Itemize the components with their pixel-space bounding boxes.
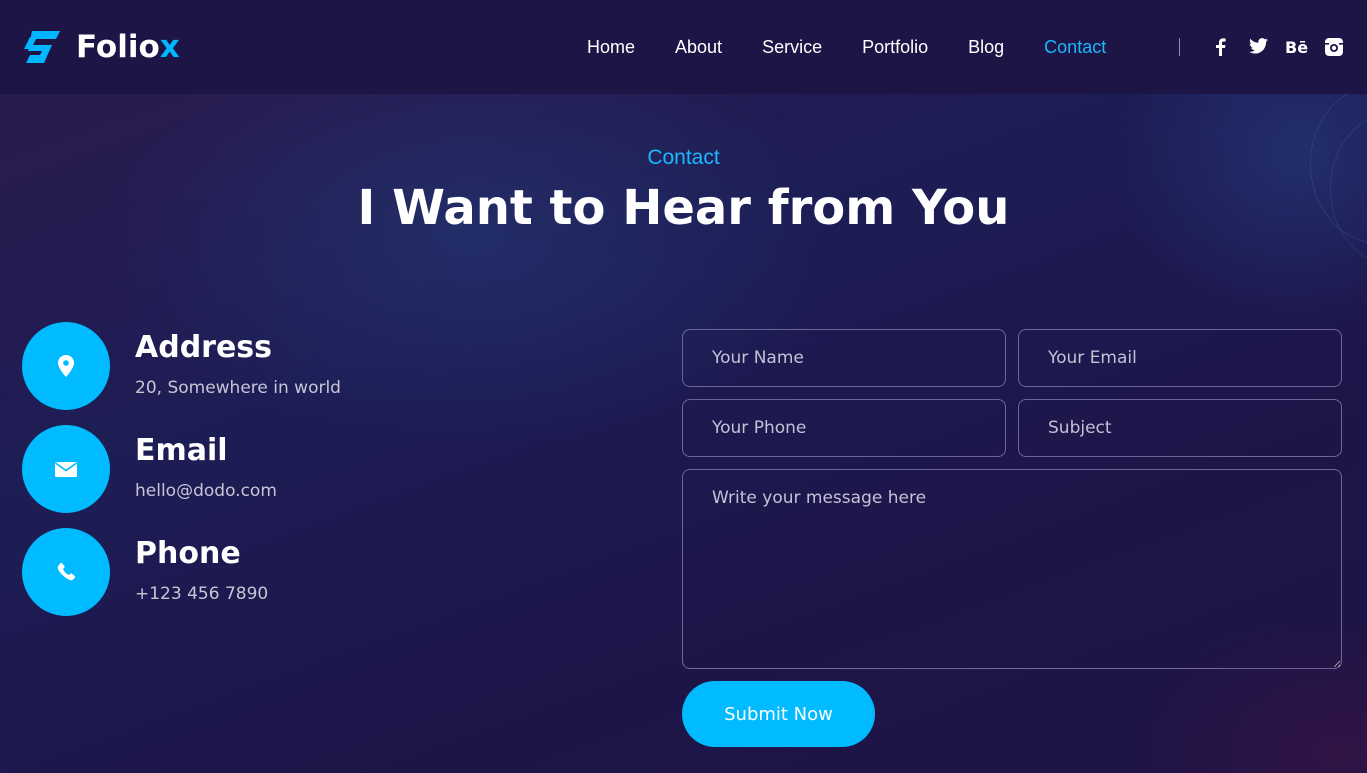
nav-item-about[interactable]: About	[675, 37, 722, 58]
phone-value[interactable]: +123 456 7890	[135, 584, 268, 604]
main-nav: Home About Service Portfolio Blog Contac…	[587, 33, 1146, 61]
instagram-icon[interactable]	[1323, 38, 1345, 58]
twitter-icon[interactable]	[1247, 38, 1269, 58]
contact-info-email: Email hello@dodo.com	[22, 425, 442, 513]
address-value: 20, Somewhere in world	[135, 378, 341, 398]
phone-icon-circle	[22, 528, 110, 616]
section-title: I Want to Hear from You	[357, 180, 1010, 236]
contact-info-address: Address 20, Somewhere in world	[22, 322, 442, 410]
email-input[interactable]	[1018, 329, 1342, 387]
nav-item-contact[interactable]: Contact	[1044, 37, 1106, 58]
email-title: Email	[135, 433, 228, 468]
nav-item-blog[interactable]: Blog	[968, 37, 1004, 58]
brand-name: Foliox	[76, 29, 180, 65]
envelope-icon	[55, 461, 77, 477]
phone-input[interactable]	[682, 399, 1006, 457]
behance-icon[interactable]: Bē	[1285, 38, 1308, 58]
phone-icon	[57, 562, 76, 581]
subject-input[interactable]	[1018, 399, 1342, 457]
name-input[interactable]	[682, 329, 1006, 387]
logo-mark-icon	[24, 31, 60, 63]
nav-item-portfolio[interactable]: Portfolio	[862, 37, 928, 58]
email-icon-circle	[22, 425, 110, 513]
email-value[interactable]: hello@dodo.com	[135, 481, 277, 501]
message-textarea[interactable]	[682, 469, 1342, 669]
social-links: Bē	[1209, 38, 1361, 58]
contact-info-phone: Phone +123 456 7890	[22, 528, 442, 616]
submit-button[interactable]: Submit Now	[682, 681, 875, 747]
site-header: Foliox Home About Service Portfolio Blog…	[0, 0, 1367, 94]
address-icon-circle	[22, 322, 110, 410]
location-pin-icon	[58, 355, 74, 377]
section-eyebrow: Contact	[647, 146, 720, 169]
brand-logo[interactable]: Foliox	[22, 27, 180, 67]
facebook-icon[interactable]	[1209, 38, 1231, 58]
phone-title: Phone	[135, 536, 241, 571]
address-title: Address	[135, 330, 273, 365]
nav-item-service[interactable]: Service	[762, 37, 822, 58]
nav-divider	[1179, 38, 1180, 56]
nav-item-home[interactable]: Home	[587, 37, 635, 58]
